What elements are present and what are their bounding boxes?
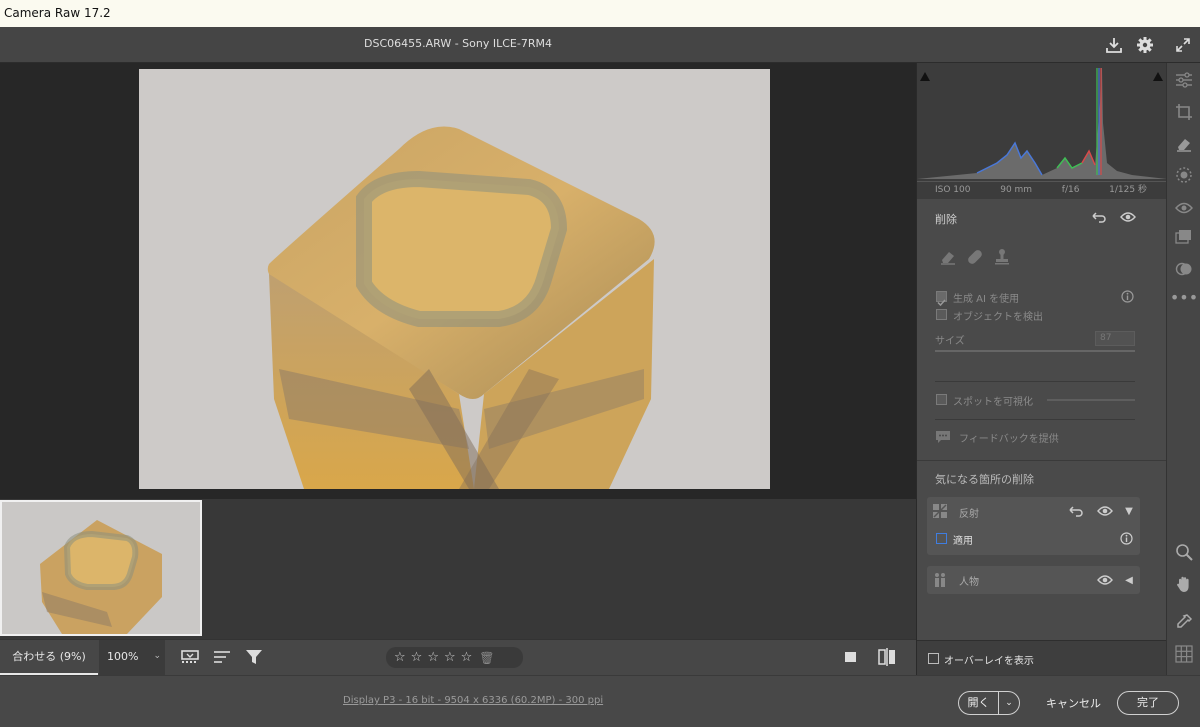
feedback-label[interactable]: フィードバックを提供	[959, 430, 1059, 445]
heal-icon[interactable]	[964, 246, 986, 268]
ellipsis-icon[interactable]: •••	[1170, 286, 1198, 308]
detect-objects-checkbox[interactable]	[936, 309, 947, 320]
histogram	[917, 63, 1167, 181]
star-icon[interactable]: ☆	[444, 650, 456, 665]
eraser-icon[interactable]	[1173, 133, 1195, 155]
feedback-icon[interactable]	[934, 429, 952, 445]
visualize-spots-slider[interactable]	[1047, 399, 1135, 401]
zoom-100-label: 100%	[107, 650, 139, 663]
size-slider[interactable]	[935, 350, 1135, 352]
size-input[interactable]: 87	[1095, 331, 1135, 346]
star-rating[interactable]: ☆ ☆ ☆ ☆ ☆ 🗑	[386, 647, 523, 668]
size-label: サイズ	[935, 336, 965, 347]
apply-label: 適用	[953, 536, 973, 547]
bottom-toolbar: 合わせる (9%) 100% ⌄ ☆ ☆ ☆ ☆ ☆ 🗑	[0, 639, 916, 675]
eye-icon[interactable]	[1119, 208, 1137, 226]
distraction-removal-title: 気になる箇所の削除	[935, 473, 1034, 486]
zoom-100-button[interactable]: 100% ⌄	[99, 640, 165, 675]
generative-ai-checkbox[interactable]	[936, 291, 947, 307]
magnifier-icon[interactable]	[1173, 541, 1195, 563]
eye-icon[interactable]	[1096, 571, 1114, 589]
compare-view-icon[interactable]	[876, 647, 898, 667]
top-toolbar: DSC06455.ARW - Sony ILCE-7RM4	[0, 27, 1200, 63]
tool-strip: •••	[1166, 63, 1200, 675]
sort-icon[interactable]	[212, 647, 234, 667]
remove-panel-title: 削除	[935, 213, 957, 226]
save-icon[interactable]	[1103, 34, 1125, 56]
filmstrip-options-icon[interactable]	[180, 647, 202, 667]
star-icon[interactable]: ☆	[461, 650, 473, 665]
people-label: 人物	[959, 577, 979, 588]
status-bar: Display P3 - 16 bit - 9504 x 6336 (60.2M…	[0, 675, 1200, 727]
workflow-options-link[interactable]: Display P3 - 16 bit - 9504 x 6336 (60.2M…	[343, 695, 603, 706]
people-group: 人物 ◀	[927, 566, 1140, 594]
overlay-checkbox[interactable]	[928, 653, 939, 664]
exif-bar: ISO 100 90 mm f/16 1/125 秒	[917, 181, 1167, 199]
grid-icon[interactable]	[1173, 643, 1195, 665]
generative-ai-label: 生成 AI を使用	[953, 294, 1020, 305]
eyedropper-icon[interactable]	[1173, 611, 1195, 633]
visualize-spots-label: スポットを可視化	[953, 397, 1033, 408]
single-view-icon[interactable]	[840, 647, 862, 667]
window-title: Camera Raw 17.2	[0, 0, 1200, 27]
eye-icon[interactable]	[1096, 502, 1114, 520]
trash-icon[interactable]: 🗑	[479, 651, 494, 665]
info-icon[interactable]	[1118, 530, 1134, 546]
gear-icon[interactable]	[1134, 34, 1156, 56]
chevron-down-icon[interactable]: ⌄	[153, 640, 161, 673]
mask-icon[interactable]	[1173, 164, 1195, 186]
divider	[935, 381, 1135, 382]
chevron-down-icon[interactable]: ⌄	[999, 698, 1019, 708]
star-icon[interactable]: ☆	[411, 650, 423, 665]
filter-icon[interactable]	[243, 647, 265, 667]
right-panel: ISO 100 90 mm f/16 1/125 秒 削除 生成 AI を使用 …	[916, 63, 1167, 675]
presets-icon[interactable]	[1173, 226, 1195, 248]
filmstrip-thumbnail[interactable]	[0, 500, 202, 636]
focal-value: 90 mm	[1000, 185, 1033, 195]
overlay-label: オーバーレイを表示	[944, 656, 1034, 667]
visualize-spots-checkbox[interactable]	[936, 394, 947, 405]
reflections-group: 反射 ▼ 適用	[927, 497, 1140, 555]
star-icon[interactable]: ☆	[427, 650, 439, 665]
window-reflection-icon	[931, 502, 949, 520]
done-button[interactable]: 完了	[1117, 691, 1179, 715]
collapse-triangle-icon[interactable]: ▼	[1122, 502, 1136, 520]
crop-icon[interactable]	[1173, 101, 1195, 123]
overlay-row: オーバーレイを表示	[917, 640, 1167, 675]
eye-icon[interactable]	[1173, 197, 1195, 219]
reset-icon[interactable]	[1089, 208, 1107, 226]
blend-icon[interactable]	[1173, 258, 1195, 280]
main-photo[interactable]	[139, 69, 770, 489]
reset-icon[interactable]	[1066, 502, 1084, 520]
file-title: DSC06455.ARW - Sony ILCE-7RM4	[364, 37, 552, 50]
expand-triangle-icon[interactable]: ◀	[1122, 571, 1136, 589]
info-icon[interactable]	[1119, 288, 1135, 304]
iso-value: ISO 100	[935, 185, 971, 195]
cancel-button[interactable]: キャンセル	[1046, 695, 1101, 711]
zoom-fit-button[interactable]: 合わせる (9%)	[0, 640, 98, 675]
hand-icon[interactable]	[1173, 573, 1195, 595]
expand-icon[interactable]	[1172, 34, 1194, 56]
aperture-value: f/16	[1061, 185, 1080, 195]
people-icon	[931, 571, 949, 589]
open-button[interactable]: 開く ⌄	[958, 691, 1020, 715]
apply-checkbox[interactable]	[936, 533, 947, 544]
divider	[917, 460, 1167, 461]
eraser-icon[interactable]	[937, 246, 959, 268]
star-icon[interactable]: ☆	[394, 650, 406, 665]
divider	[935, 419, 1135, 420]
detect-objects-label: オブジェクトを検出	[953, 312, 1043, 323]
sliders-icon[interactable]	[1173, 69, 1195, 91]
reflections-label: 反射	[959, 509, 979, 520]
shutter-value: 1/125 秒	[1109, 185, 1147, 195]
clone-stamp-icon[interactable]	[991, 246, 1013, 268]
open-button-label[interactable]: 開く	[959, 692, 999, 714]
